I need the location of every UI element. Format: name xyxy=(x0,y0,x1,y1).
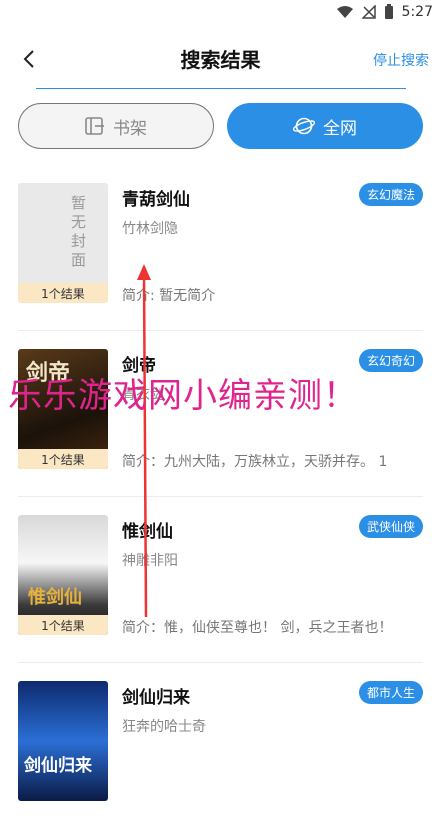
tab-bookshelf[interactable]: 书架 xyxy=(18,103,214,149)
book-item[interactable]: 剑帝 1个结果 剑帝 青衣剑 玄幻奇幻 简介：九州大陆，万族林立，天骄并存。 1 xyxy=(18,331,423,497)
result-count: 1个结果 xyxy=(18,283,108,303)
stop-search-button[interactable]: 停止搜索 xyxy=(373,50,429,70)
wifi-icon xyxy=(336,6,353,18)
status-bar: 5:27 xyxy=(0,0,441,24)
header: 搜索结果 停止搜索 xyxy=(0,30,441,86)
genre-tag: 武侠仙侠 xyxy=(358,515,423,538)
source-tabs: 书架 全网 xyxy=(18,103,423,151)
book-author: 青衣剑 xyxy=(122,387,164,403)
book-author: 竹林剑隐 xyxy=(122,221,178,237)
genre-tag: 玄幻奇幻 xyxy=(358,349,423,372)
tab-all-web-label: 全网 xyxy=(323,118,357,139)
status-icons xyxy=(336,4,394,20)
book-cover: 惟剑仙 1个结果 xyxy=(18,515,108,635)
book-item[interactable]: 暂无封面 1个结果 青葫剑仙 竹林剑隐 玄幻魔法 简介: 暂无简介 xyxy=(18,165,423,331)
no-signal-icon xyxy=(361,5,376,19)
globe-icon xyxy=(293,117,315,135)
book-cover: 剑帝 1个结果 xyxy=(18,349,108,469)
book-intro: 简介: 暂无简介 xyxy=(122,288,216,304)
cover-placeholder-text: 暂无封面 xyxy=(69,195,87,271)
cover-title-art: 剑帝 xyxy=(26,360,71,386)
book-title: 青葫剑仙 xyxy=(122,190,190,210)
genre-tag: 玄幻魔法 xyxy=(358,183,423,206)
book-cover: 暂无封面 1个结果 xyxy=(18,183,108,303)
book-list: 暂无封面 1个结果 青葫剑仙 竹林剑隐 玄幻魔法 简介: 暂无简介 剑帝 1个结… xyxy=(0,165,441,829)
book-cover: 剑仙归来 xyxy=(18,681,108,801)
cover-title-art: 惟剑仙 xyxy=(28,587,82,608)
cover-title-art: 剑仙归来 xyxy=(24,756,92,776)
genre-tag: 都市人生 xyxy=(358,681,423,704)
status-time: 5:27 xyxy=(401,4,433,20)
result-count: 1个结果 xyxy=(18,449,108,469)
book-intro: 简介：九州大陆，万族林立，天骄并存。 1 xyxy=(122,454,388,470)
book-title: 剑仙归来 xyxy=(122,688,190,708)
battery-icon xyxy=(384,4,393,19)
book-author: 狂奔的哈士奇 xyxy=(122,719,206,735)
tab-bookshelf-label: 书架 xyxy=(113,118,147,139)
book-item[interactable]: 惟剑仙 1个结果 惟剑仙 神雕非阳 武侠仙侠 简介：惟，仙侠至尊也！ 剑，兵之王… xyxy=(18,497,423,663)
book-title: 剑帝 xyxy=(122,356,156,376)
book-intro: 简介：惟，仙侠至尊也！ 剑，兵之王者也！ xyxy=(122,620,393,636)
result-count: 1个结果 xyxy=(18,615,108,635)
book-author: 神雕非阳 xyxy=(122,553,178,569)
book-title: 惟剑仙 xyxy=(122,522,173,542)
book-item[interactable]: 剑仙归来 剑仙归来 狂奔的哈士奇 都市人生 xyxy=(18,663,423,829)
tab-all-web[interactable]: 全网 xyxy=(227,103,423,149)
bookshelf-icon xyxy=(85,117,104,135)
header-divider xyxy=(36,88,406,89)
